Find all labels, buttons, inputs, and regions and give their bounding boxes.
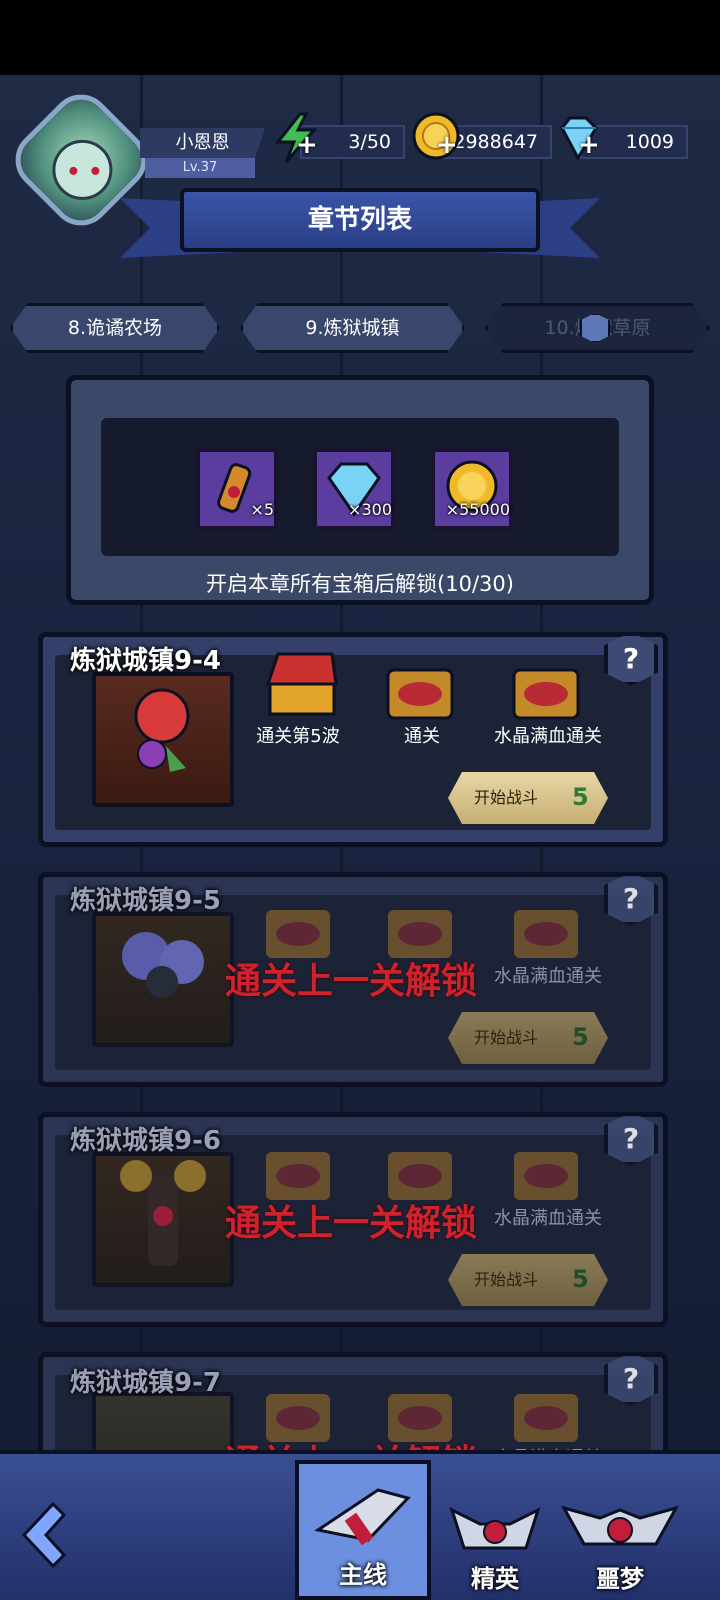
tree-monster-icon: [120, 1160, 206, 1266]
stage-boss-portrait: [92, 1152, 234, 1287]
tab-elite-label: 精英: [471, 1565, 519, 1593]
stage-title: 炼狱城镇9-6: [70, 1126, 221, 1156]
player-level: Lv.37: [145, 158, 255, 178]
stage-title: 炼狱城镇9-7: [70, 1368, 221, 1398]
locked-stage-text: 通关上一关解锁: [225, 1203, 478, 1244]
tab-main-story-label: 主线: [339, 1561, 387, 1589]
stage-boss-portrait: [92, 672, 234, 807]
chest-label: 水晶满血通关: [494, 966, 602, 987]
player-name: 小恩恩: [140, 128, 265, 158]
elite-skull-icon: [449, 1507, 541, 1550]
nightmare-bat-icon: [560, 1505, 680, 1546]
add-gold-button[interactable]: +: [436, 130, 458, 160]
chest-icon[interactable]: [510, 660, 582, 722]
chest-label: 水晶满血通关: [494, 1208, 602, 1229]
chest-icon: [514, 910, 578, 958]
tab-nightmare-label: 噩梦: [596, 1565, 644, 1593]
reward-unlock-caption: 开启本章所有宝箱后解锁(10/30): [206, 572, 514, 596]
chest-icon: [514, 1394, 578, 1442]
page-title: 章节列表: [180, 188, 540, 252]
chest-label: 水晶满血通关: [494, 726, 602, 747]
chapter-tab-9[interactable]: 9.炼狱城镇: [240, 303, 465, 353]
battle-label: 开始战斗: [474, 788, 539, 807]
energy-cost: 5: [572, 1265, 589, 1293]
add-gems-button[interactable]: +: [578, 130, 600, 160]
add-energy-button[interactable]: +: [296, 130, 318, 160]
stage-title: 炼狱城镇9-4: [70, 646, 221, 676]
sword-icon: [314, 1488, 411, 1546]
morning-glory-monster-icon: [122, 932, 204, 998]
reward-qty: ×55000: [445, 500, 510, 519]
chest-open-icon[interactable]: [262, 650, 342, 720]
chest-icon: [514, 1152, 578, 1200]
tab-main-story[interactable]: 主线: [295, 1460, 431, 1600]
locked-stage-text: 通关上一关解锁: [225, 961, 478, 1002]
chapter-tab-8[interactable]: 8.诡谲农场: [10, 303, 220, 353]
battle-label: 开始战斗: [474, 1028, 539, 1047]
stage-boss-portrait: [92, 912, 234, 1047]
rose-monster-icon: [134, 688, 190, 772]
reward-qty: ×300: [348, 500, 392, 519]
stage-title: 炼狱城镇9-5: [70, 886, 221, 916]
back-arrow-icon[interactable]: [18, 1500, 88, 1570]
chest-icon[interactable]: [384, 660, 456, 722]
avatar-face: [52, 139, 113, 200]
reward-qty: ×5: [250, 500, 274, 519]
energy-cost: 5: [572, 1023, 589, 1051]
tab-elite[interactable]: 精英: [430, 1488, 560, 1600]
energy-cost: 5: [572, 783, 589, 811]
tab-nightmare[interactable]: 噩梦: [555, 1488, 685, 1600]
battle-label: 开始战斗: [474, 1270, 539, 1289]
